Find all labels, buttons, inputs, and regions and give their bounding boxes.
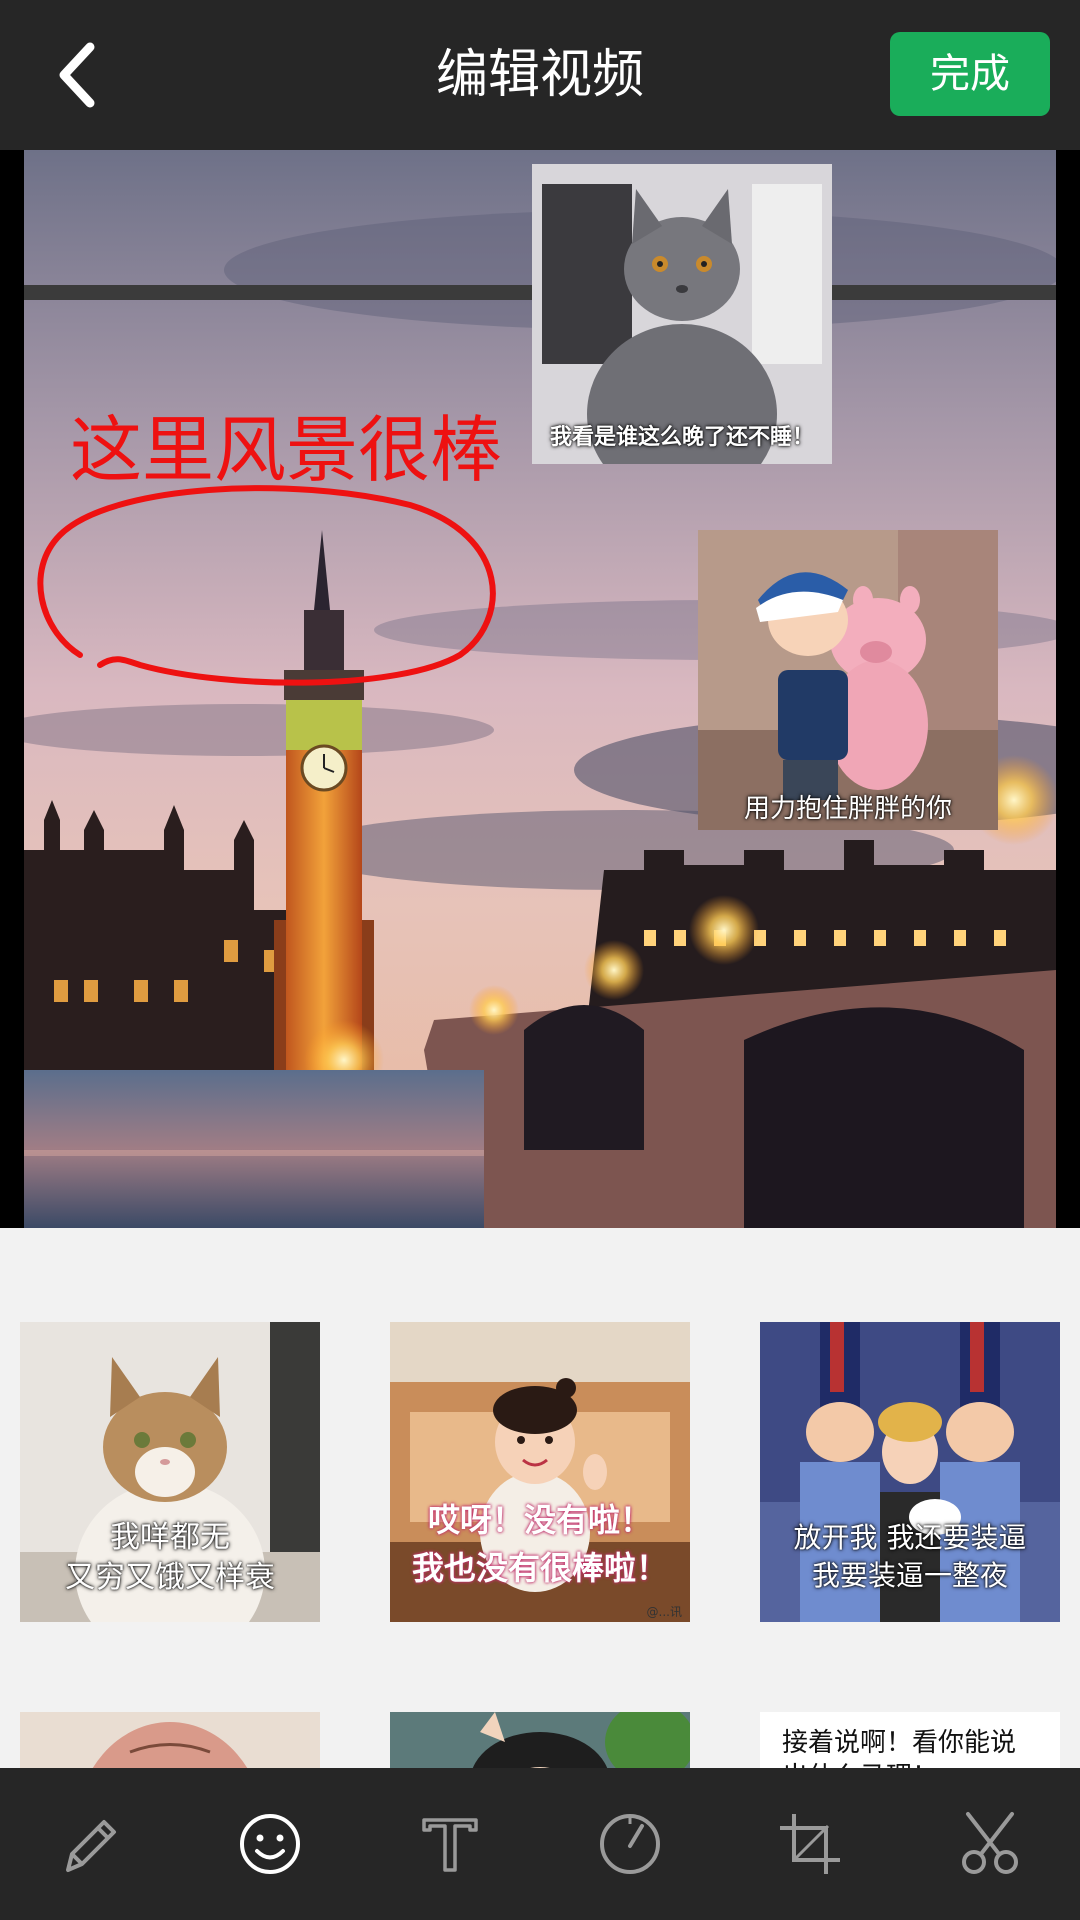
sticker-tile[interactable]: 放开我 我还要装逼 我要装逼一整夜 xyxy=(760,1322,1060,1622)
sticker-tile[interactable]: 哎呀！没有啦！ 我也没有很棒啦！ @...讯 xyxy=(390,1322,690,1622)
sticker-hug[interactable]: 用力抱住胖胖的你 xyxy=(698,530,998,830)
scissors-icon xyxy=(962,1812,1018,1874)
hug-sticker-image xyxy=(698,530,998,830)
sticker-tile[interactable]: 接着说啊！看你能说 出什么马理！ xyxy=(760,1712,1060,1768)
sticker-caption: 用力抱住胖胖的你 xyxy=(743,794,952,824)
speed-icon xyxy=(600,1814,660,1874)
top-bar: 编辑视频 完成 xyxy=(0,0,1080,150)
emoji-icon xyxy=(240,1814,300,1874)
sticker-tile[interactable]: 我咩都无 又穷又饿又样衰 xyxy=(20,1322,320,1622)
bottom-toolbar xyxy=(0,1768,1080,1920)
sticker-text-line1: 接着说啊！看你能说 xyxy=(782,1728,1017,1758)
sticker-caption-line1: 我咩都无 xyxy=(110,1520,230,1555)
crop-icon xyxy=(780,1814,840,1874)
face-tile-image xyxy=(20,1712,320,1768)
cat-sticker-image xyxy=(532,164,832,464)
princess-tile-image xyxy=(390,1712,690,1768)
text-icon xyxy=(422,1818,478,1872)
sticker-text-line2: 出什么马理！ xyxy=(782,1760,938,1768)
sticker-caption-line1: 哎呀！没有啦！ xyxy=(427,1501,652,1539)
text-tool-button[interactable] xyxy=(410,1804,490,1884)
sticker-tile[interactable] xyxy=(390,1712,690,1768)
crop-tool-button[interactable] xyxy=(770,1804,850,1884)
sticker-tool-button[interactable] xyxy=(230,1804,310,1884)
pencil-icon xyxy=(66,1820,116,1872)
trim-tool-button[interactable] xyxy=(950,1804,1030,1884)
speed-tool-button[interactable] xyxy=(590,1804,670,1884)
sticker-caption-line2: 又穷又饿又样衰 xyxy=(65,1560,275,1595)
annotation-circle[interactable] xyxy=(30,480,510,690)
video-preview[interactable]: 我看是谁这么晚了还不睡！ 用力抱住胖胖的你 这里风景很棒 xyxy=(0,150,1080,1228)
sticker-caption-line2: 我要装逼一整夜 xyxy=(811,1559,1008,1592)
done-button[interactable]: 完成 xyxy=(890,32,1050,116)
sticker-caption-line1: 放开我 我还要装逼 xyxy=(793,1521,1027,1554)
sticker-cat[interactable]: 我看是谁这么晚了还不睡！ xyxy=(532,164,832,464)
sticker-tile[interactable] xyxy=(20,1712,320,1768)
watermark: @...讯 xyxy=(646,1605,682,1619)
sticker-panel: 我咩都无 又穷又饿又样衰 哎呀！没有啦！ 我也没有很棒啦！ @...讯 放开我 … xyxy=(0,1228,1080,1768)
sticker-caption-line2: 我也没有很棒啦！ xyxy=(411,1549,668,1587)
pencil-tool-button[interactable] xyxy=(50,1804,130,1884)
annotation-text[interactable]: 这里风景很棒 xyxy=(70,410,502,490)
sticker-caption: 我看是谁这么晚了还不睡！ xyxy=(549,425,814,450)
